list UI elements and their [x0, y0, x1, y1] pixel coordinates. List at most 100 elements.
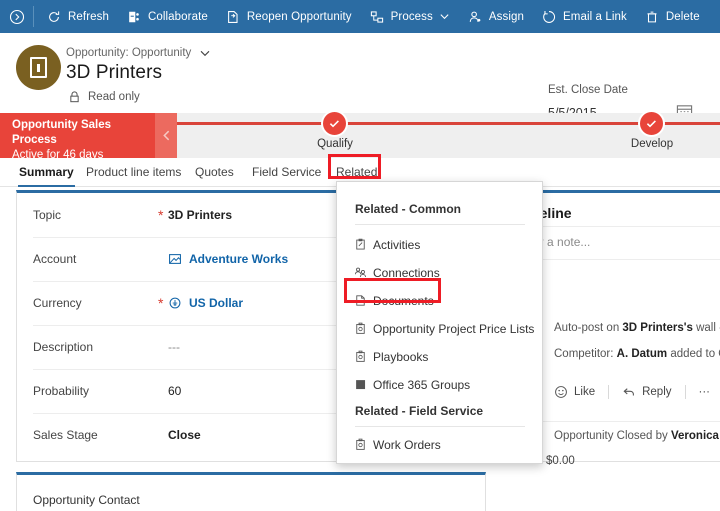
- process-stage-node-qualify[interactable]: [321, 110, 348, 137]
- action-divider: [684, 385, 686, 399]
- process-collapse-button[interactable]: [155, 113, 177, 158]
- activities-icon: [347, 238, 373, 251]
- work-orders-icon: [347, 438, 373, 451]
- expand-panel-button[interactable]: [0, 0, 33, 33]
- command-email-a-link-label: Email a Link: [563, 10, 627, 23]
- annotation-box-documents-item: [344, 278, 441, 303]
- dropdown-item-work-orders[interactable]: Work Orders: [347, 432, 535, 457]
- field-value-description[interactable]: ---: [168, 340, 180, 354]
- command-assign-label: Assign: [488, 10, 524, 23]
- app-root: Refresh Collaborate Reopen Opportunity P…: [0, 0, 720, 511]
- process-name-block[interactable]: Opportunity Sales Process Active for 46 …: [0, 113, 155, 161]
- opportunity-entity-icon: [30, 57, 47, 78]
- entity-breadcrumb[interactable]: Opportunity: Opportunity: [66, 47, 211, 59]
- command-refresh[interactable]: Refresh: [38, 0, 118, 33]
- chevron-down-icon: [439, 11, 450, 22]
- tab-field-service[interactable]: Field Service: [251, 158, 322, 186]
- timeline-post-actions: Like Reply ···: [554, 385, 710, 399]
- timeline-entry-closed: Opportunity Closed by Veronica C: [554, 430, 720, 442]
- dropdown-item-activities[interactable]: Activities: [347, 232, 535, 257]
- read-only-label: Read only: [88, 91, 140, 103]
- process-icon: [370, 10, 384, 24]
- chevron-down-icon[interactable]: [199, 47, 211, 59]
- more-ellipsis-icon: ···: [698, 386, 711, 398]
- timeline-reply-button[interactable]: Reply: [622, 385, 672, 399]
- refresh-icon: [47, 10, 61, 24]
- process-stage-node-develop[interactable]: [638, 110, 665, 137]
- command-email-a-link[interactable]: Email a Link: [533, 0, 636, 33]
- lock-icon: [69, 91, 80, 103]
- timeline-entry-autopost-bold: 3D Printers's: [622, 322, 693, 334]
- command-assign[interactable]: Assign: [459, 0, 533, 33]
- timeline-entry-closed-prefix: Opportunity Closed by: [554, 430, 671, 442]
- opportunity-contact-title: Opportunity Contact: [33, 493, 140, 507]
- command-collaborate[interactable]: Collaborate: [118, 0, 217, 33]
- tab-product-line-items[interactable]: Product line items: [85, 158, 182, 186]
- required-indicator: *: [158, 295, 164, 311]
- field-value-sales-stage[interactable]: Close: [168, 428, 201, 442]
- dropdown-item-playbooks[interactable]: Playbooks: [347, 344, 535, 369]
- read-only-status: Read only: [69, 91, 140, 103]
- field-value-currency[interactable]: US Dollar: [168, 296, 243, 310]
- process-name: Opportunity Sales Process: [12, 119, 112, 146]
- record-header: Opportunity: Opportunity 3D Printers Rea…: [0, 33, 720, 120]
- command-bar: Refresh Collaborate Reopen Opportunity P…: [0, 0, 720, 33]
- command-collaborate-label: Collaborate: [147, 10, 208, 23]
- field-value-topic[interactable]: 3D Printers: [168, 208, 232, 222]
- dropdown-item-activities-label: Activities: [373, 237, 421, 252]
- dropdown-group-title-field-service: Related - Field Service: [355, 404, 484, 418]
- command-delete[interactable]: Delete: [636, 0, 709, 33]
- dropdown-group-title-common: Related - Common: [355, 202, 462, 216]
- related-dropdown-menu: Related - Common Activities Connections …: [336, 181, 543, 464]
- timeline-amount: $0.00: [546, 455, 575, 467]
- dropdown-item-playbooks-label: Playbooks: [373, 349, 429, 364]
- reply-arrow-icon: [622, 385, 636, 399]
- assign-person-icon: [468, 10, 482, 24]
- timeline-entry-closed-bold: Veronica C: [670, 430, 720, 442]
- timeline-entry-competitor-bold: A. Datum: [616, 348, 668, 360]
- dropdown-item-opportunity-project-price-lists[interactable]: Opportunity Project Price Lists: [347, 316, 535, 341]
- action-divider: [608, 385, 610, 399]
- field-label-description: Description: [33, 340, 94, 354]
- dropdown-item-opportunity-project-price-lists-label: Opportunity Project Price Lists: [373, 321, 535, 336]
- annotation-box-related-tab: [328, 154, 381, 179]
- email-a-link-icon: [542, 10, 556, 24]
- field-label-topic: Topic: [33, 208, 62, 222]
- command-reopen-opportunity-label: Reopen Opportunity: [246, 10, 352, 23]
- timeline-like-label: Like: [574, 386, 596, 398]
- command-process[interactable]: Process: [361, 0, 459, 33]
- account-icon: [168, 252, 182, 266]
- field-value-probability[interactable]: 60: [168, 384, 181, 398]
- field-label-sales-stage: Sales Stage: [33, 428, 98, 442]
- timeline-like-button[interactable]: Like: [554, 385, 595, 399]
- dropdown-item-office-365-groups-label: Office 365 Groups: [373, 377, 471, 392]
- est-close-date-label: Est. Close Date: [548, 84, 628, 96]
- tab-summary[interactable]: Summary: [18, 158, 75, 187]
- tab-quotes[interactable]: Quotes: [194, 158, 235, 186]
- field-value-account-label: Adventure Works: [189, 252, 289, 266]
- field-value-account[interactable]: Adventure Works: [168, 252, 288, 266]
- dropdown-item-office-365-groups[interactable]: Office 365 Groups: [347, 372, 535, 397]
- command-bar-divider: [33, 6, 34, 27]
- dropdown-group-rule: [355, 426, 525, 427]
- command-refresh-label: Refresh: [68, 10, 109, 23]
- currency-icon: [168, 296, 182, 310]
- business-process-flow: Opportunity Sales Process Active for 46 …: [0, 113, 720, 161]
- avatar: [16, 45, 61, 90]
- timeline-more-button[interactable]: ···: [699, 386, 711, 398]
- field-label-probability: Probability: [33, 384, 90, 398]
- command-reopen-opportunity[interactable]: Reopen Opportunity: [217, 0, 361, 33]
- playbooks-icon: [347, 350, 373, 363]
- field-label-account: Account: [33, 252, 77, 266]
- required-indicator: *: [158, 207, 164, 223]
- page-title: 3D Printers: [66, 62, 163, 83]
- process-stage-label-develop: Develop: [630, 138, 674, 150]
- dropdown-item-work-orders-label: Work Orders: [373, 437, 441, 452]
- process-stage-label-qualify: Qualify: [317, 138, 353, 150]
- office365-groups-icon: [347, 378, 373, 391]
- chevron-left-icon: [162, 130, 169, 141]
- dropdown-group-rule: [355, 224, 525, 225]
- command-delete-label: Delete: [665, 10, 700, 23]
- command-process-label: Process: [390, 10, 433, 23]
- field-label-currency: Currency: [33, 296, 82, 310]
